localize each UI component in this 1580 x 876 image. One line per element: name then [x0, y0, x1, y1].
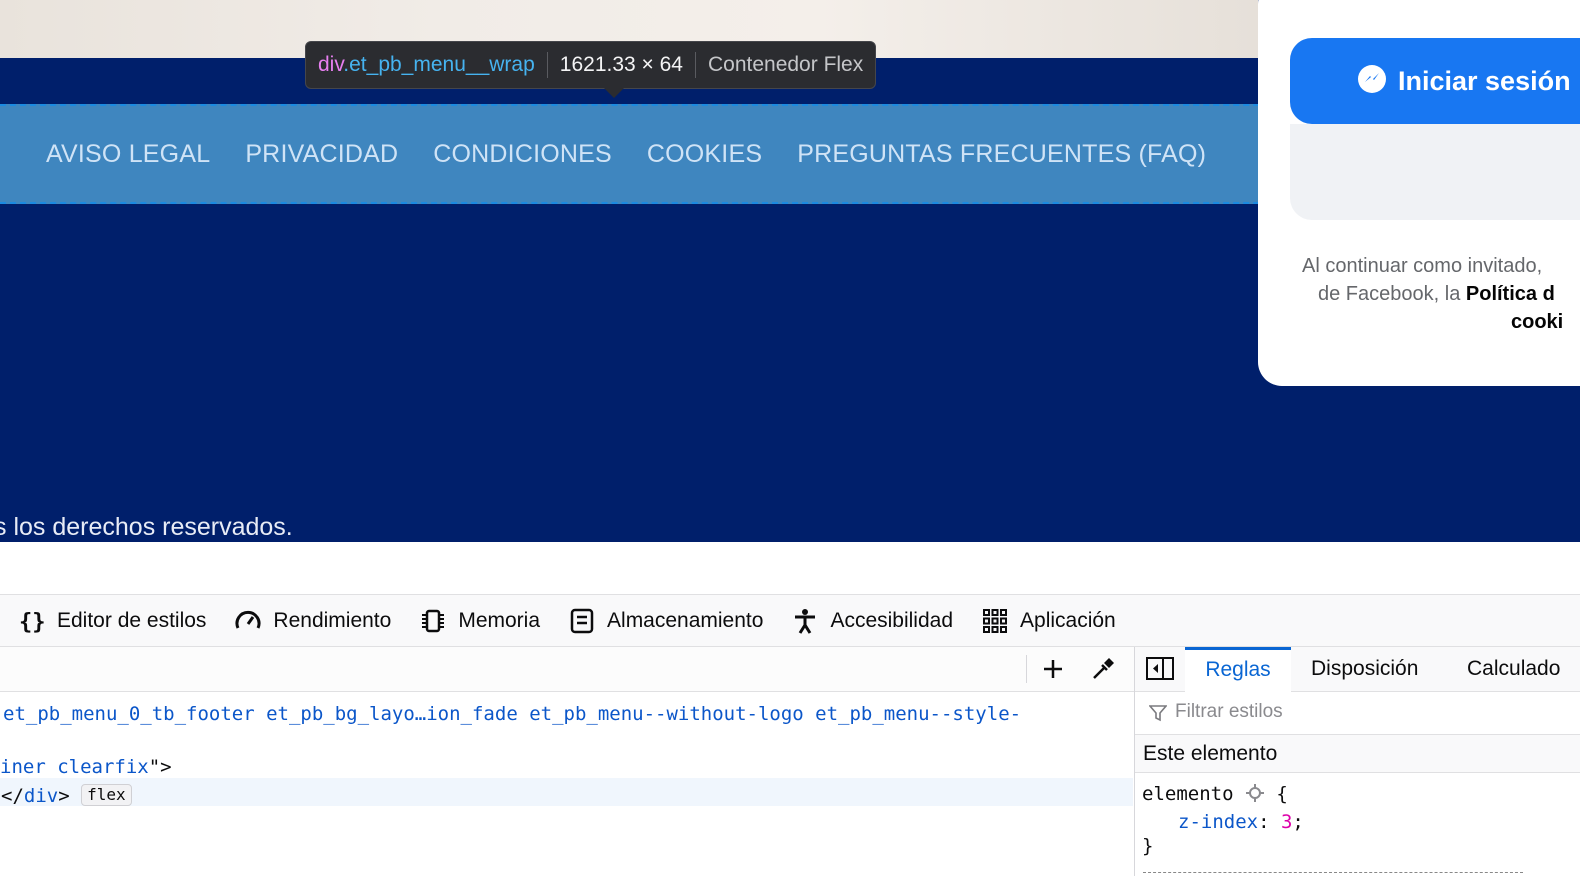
svg-text:{}: {} [19, 610, 46, 635]
gauge-icon [234, 607, 262, 635]
messenger-login-button[interactable]: Iniciar sesión [1290, 38, 1580, 124]
accessibility-icon [791, 607, 819, 635]
flex-badge[interactable]: flex [81, 784, 132, 806]
menu-item-cookies[interactable]: COOKIES [647, 140, 762, 169]
tab-label: Memoria [458, 608, 541, 632]
element-crosshair-icon[interactable] [1245, 783, 1265, 803]
css-value[interactable]: 3 [1281, 811, 1292, 833]
tab-layout[interactable]: Disposición [1311, 647, 1418, 691]
tooltip-class: .et_pb_menu__wrap [343, 53, 535, 76]
toolbar-divider [1026, 655, 1027, 683]
section-this-element: Este elemento [1135, 735, 1580, 773]
privacy-policy-link[interactable]: Política d [1466, 283, 1555, 305]
eyedropper-icon [1093, 658, 1114, 679]
markup-line-closing-div[interactable]: </div> flex [1, 784, 132, 807]
selected-node-highlight [0, 778, 1133, 806]
tab-style-editor[interactable]: {} Editor de estilos [18, 607, 206, 635]
markup-tag-end: "> [148, 756, 172, 778]
login-label: Iniciar sesión [1398, 65, 1571, 96]
rule-open-brace: { [1276, 783, 1288, 805]
tab-performance[interactable]: Rendimiento [234, 607, 391, 635]
menu-item-condiciones[interactable]: CONDICIONES [433, 140, 612, 169]
tooltip-type: Contenedor Flex [707, 53, 864, 76]
memory-chip-icon [419, 607, 447, 635]
devtools-panel: {} Editor de estilos Rendimiento Memoria… [0, 542, 1580, 876]
tab-label: Rendimiento [273, 608, 392, 632]
markup-close-open: </ [1, 785, 24, 807]
filter-icon [1149, 705, 1167, 722]
menu-item-privacidad[interactable]: PRIVACIDAD [245, 140, 398, 169]
markup-line-container[interactable]: iner clearfix"> [0, 756, 172, 778]
toggle-sidebar-icon[interactable] [1145, 655, 1175, 683]
footer-menu: AVISO LEGAL PRIVACIDAD CONDICIONES COOKI… [46, 106, 1206, 202]
sidebar-tab-bar: Reglas Disposición Calculado [1135, 647, 1580, 694]
terms-line-1: Al continuar como invitado, [1302, 255, 1543, 277]
terms-line-2-text: de Facebook, la [1318, 283, 1461, 305]
tab-storage[interactable]: Almacenamiento [568, 607, 763, 635]
eyedropper-button[interactable] [1088, 654, 1118, 684]
tab-label: Almacenamiento [607, 608, 764, 632]
plus-icon [1044, 660, 1062, 678]
devtools-tab-bar: {} Editor de estilos Rendimiento Memoria… [0, 594, 1580, 647]
next-rule-divider [1143, 872, 1523, 874]
messenger-icon [1358, 65, 1386, 93]
braces-icon: {} [18, 607, 46, 635]
terms-line-2: de Facebook, la Política d [1318, 280, 1555, 308]
tab-memory[interactable]: Memoria [419, 607, 540, 635]
tab-application[interactable]: Aplicación [981, 607, 1116, 635]
tab-label: Editor de estilos [57, 608, 207, 632]
tab-computed[interactable]: Calculado [1467, 647, 1560, 691]
markup-toolbar [0, 647, 1134, 692]
rule-close-brace: } [1142, 835, 1154, 857]
markup-close-tag: div [23, 785, 59, 807]
add-node-button[interactable] [1038, 654, 1068, 684]
facebook-login-card: Iniciar sesión Al continuar como invitad… [1258, 0, 1580, 386]
app-grid-icon [981, 607, 1009, 635]
tab-rules[interactable]: Reglas [1185, 647, 1291, 694]
tooltip-dimensions: 1621.33 × 64 [559, 53, 683, 76]
css-property[interactable]: z-index [1178, 811, 1258, 833]
guest-option-area [1290, 124, 1580, 220]
storage-icon [568, 607, 596, 635]
copyright-text: s los derechos reservados. [0, 513, 293, 541]
cookies-link[interactable]: cooki [1511, 308, 1563, 336]
rule-declaration[interactable]: z-index: 3; [1178, 811, 1304, 833]
rule-selector: elemento [1142, 783, 1234, 805]
markup-line-classes[interactable]: et_pb_menu_0_tb_footer et_pb_bg_layo…ion… [3, 703, 1021, 725]
tab-label: Accesibilidad [830, 608, 954, 632]
rules-sidebar: Reglas Disposición Calculado Filtrar est… [1135, 647, 1580, 876]
markup-class-value: iner clearfix [0, 756, 149, 778]
rule-selector-line: elemento { [1142, 783, 1288, 805]
filter-placeholder: Filtrar estilos [1175, 701, 1283, 722]
inspector-tooltip: div.et_pb_menu__wrap 1621.33 × 64 Conten… [305, 41, 877, 98]
menu-item-aviso-legal[interactable]: AVISO LEGAL [46, 140, 210, 169]
filter-styles-input[interactable]: Filtrar estilos [1135, 691, 1580, 735]
markup-close-end: > [58, 785, 70, 807]
tab-label: Aplicación [1020, 608, 1116, 632]
menu-item-faq[interactable]: PREGUNTAS FRECUENTES (FAQ) [797, 140, 1206, 169]
tooltip-tag: div [318, 53, 344, 76]
markup-view: et_pb_menu_0_tb_footer et_pb_bg_layo…ion… [0, 647, 1135, 876]
tooltip-selector: div.et_pb_menu__wrap [306, 53, 547, 77]
tooltip-arrow [604, 88, 624, 98]
tab-accessibility[interactable]: Accesibilidad [791, 607, 953, 635]
web-page: AVISO LEGAL PRIVACIDAD CONDICIONES COOKI… [0, 0, 1580, 542]
